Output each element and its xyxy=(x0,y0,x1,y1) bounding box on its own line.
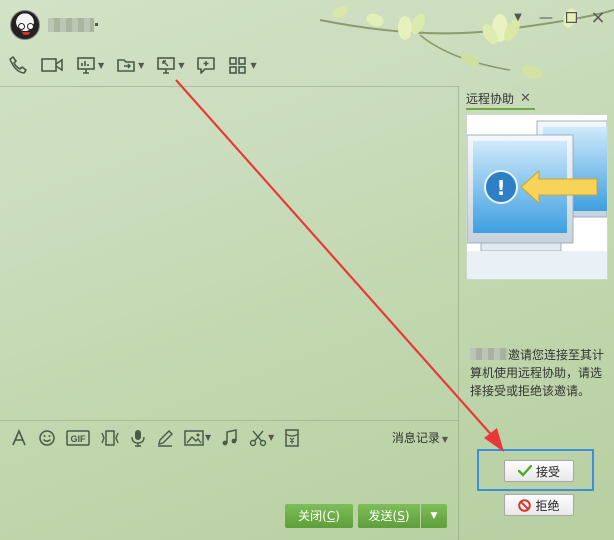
pen-button[interactable] xyxy=(156,427,174,449)
shake-button[interactable] xyxy=(100,427,120,449)
check-icon xyxy=(517,465,532,477)
chevron-down-icon: ▼ xyxy=(430,511,438,521)
tab-remote-assist-label: 远程协助 xyxy=(466,91,515,106)
tab-remote-assist[interactable]: 远程协助 ✕ xyxy=(466,88,535,110)
send-label: 发送 xyxy=(368,509,393,523)
file-transfer-icon xyxy=(117,59,135,72)
remote-desktop-button[interactable]: ▼ xyxy=(156,52,184,78)
image-button[interactable]: ▼ xyxy=(184,427,211,449)
chevron-down-icon: ▼ xyxy=(178,60,185,70)
username-redacted xyxy=(48,18,98,32)
chevron-down-icon: ▼ xyxy=(268,433,275,442)
emoji-button[interactable] xyxy=(38,427,56,449)
avatar[interactable] xyxy=(10,10,40,40)
add-chat-button[interactable] xyxy=(196,52,216,78)
send-button[interactable]: 发送(S) xyxy=(358,504,420,528)
inviter-name-redacted xyxy=(470,348,508,360)
gif-label: GIF xyxy=(71,434,87,444)
invite-message: 邀请您连接至其计算机使用远程协助，请选择接受或拒绝该邀请。 xyxy=(470,346,608,400)
forbidden-icon xyxy=(518,498,532,512)
image-icon xyxy=(184,429,204,446)
input-toolbar: GIF ▼ ▼ 消息记录 ▼ xyxy=(0,420,458,454)
shake-icon xyxy=(101,429,119,446)
chat-toolbar: ▼ ▼ ▼ ▼ xyxy=(8,52,269,78)
minimize-button[interactable]: — xyxy=(536,8,556,28)
gif-icon: GIF xyxy=(66,429,90,446)
reject-label: 拒绝 xyxy=(535,498,560,513)
close-tab-icon[interactable]: ✕ xyxy=(520,91,531,106)
title-bar: ▼ — × xyxy=(0,0,614,46)
voice-call-button[interactable] xyxy=(8,52,28,78)
video-icon xyxy=(41,58,63,72)
send-shortcut: S xyxy=(397,509,405,523)
reject-button[interactable]: 拒绝 xyxy=(504,494,574,516)
screen-share-icon xyxy=(77,57,95,74)
screenshot-button[interactable]: ▼ xyxy=(249,427,274,449)
message-log-label: 消息记录 xyxy=(391,431,440,445)
font-icon xyxy=(12,428,26,445)
screen-share-button[interactable]: ▼ xyxy=(76,52,104,78)
apps-icon xyxy=(229,57,247,74)
close-label: 关闭 xyxy=(298,509,323,523)
red-packet-icon xyxy=(285,428,300,447)
svg-text:!: ! xyxy=(496,176,505,200)
monitors-illustration: ! xyxy=(466,120,608,279)
chat-history[interactable] xyxy=(0,86,458,420)
music-button[interactable] xyxy=(221,427,239,449)
emoji-icon xyxy=(39,429,55,446)
gif-button[interactable]: GIF xyxy=(66,427,90,449)
maximize-button[interactable] xyxy=(561,8,581,28)
close-window-button[interactable]: × xyxy=(588,8,608,28)
add-chat-icon xyxy=(197,57,216,74)
file-transfer-button[interactable]: ▼ xyxy=(116,52,144,78)
music-icon xyxy=(222,428,237,445)
font-button[interactable] xyxy=(10,427,28,449)
accept-button[interactable]: 接受 xyxy=(504,460,574,482)
chevron-down-icon: ▼ xyxy=(98,60,105,70)
close-shortcut: C xyxy=(326,509,336,523)
remote-desktop-icon xyxy=(157,57,176,74)
message-input[interactable] xyxy=(0,454,458,500)
maximize-icon xyxy=(565,11,577,24)
close-button[interactable]: 关闭(C) xyxy=(285,504,353,528)
chevron-down-icon: ▼ xyxy=(250,60,257,70)
message-log-button[interactable]: 消息记录 ▼ xyxy=(392,429,448,446)
chevron-down-icon: ▼ xyxy=(441,435,448,444)
voice-message-button[interactable] xyxy=(130,427,146,449)
send-options-button[interactable]: ▼ xyxy=(421,504,447,528)
chevron-down-icon: ▼ xyxy=(138,60,145,70)
phone-icon xyxy=(9,56,27,74)
panel-divider xyxy=(458,86,459,540)
red-packet-button[interactable] xyxy=(284,427,300,449)
accept-label: 接受 xyxy=(535,464,560,479)
chevron-down-icon: ▼ xyxy=(205,433,212,442)
voice-icon xyxy=(131,429,145,447)
scissors-icon xyxy=(249,430,267,446)
pen-icon xyxy=(158,429,173,447)
dropdown-menu-button[interactable]: ▼ xyxy=(508,8,528,28)
apps-button[interactable]: ▼ xyxy=(228,52,257,78)
remote-assist-illustration: ! xyxy=(466,114,608,280)
video-call-button[interactable] xyxy=(40,52,64,78)
